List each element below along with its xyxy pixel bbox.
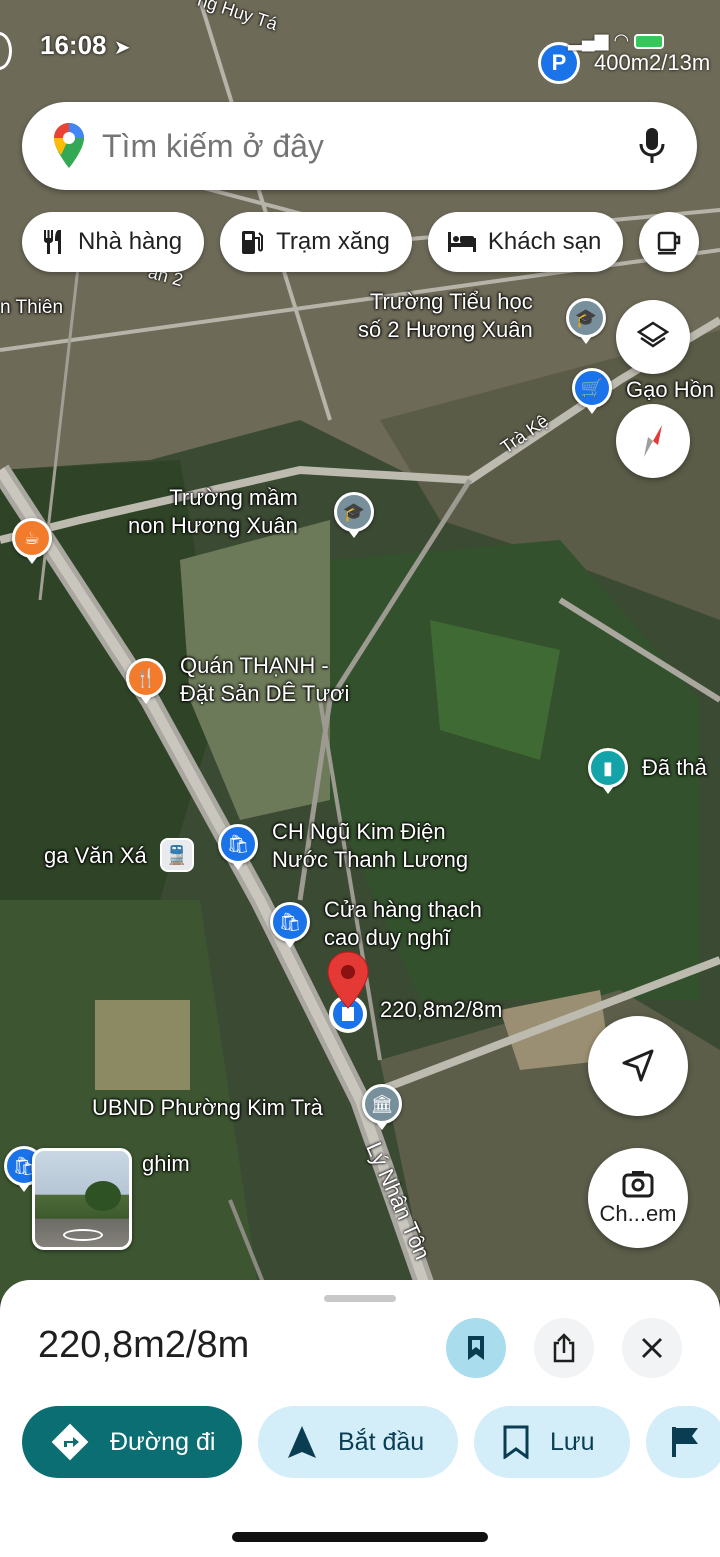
- label-saved[interactable]: Đã thả: [642, 754, 707, 782]
- bookmark-filled-icon: [468, 1336, 484, 1360]
- compass-icon: [644, 425, 662, 457]
- label-ubnd[interactable]: UBND Phường Kim Trà: [92, 1094, 323, 1122]
- saved-bookmark-button[interactable]: [446, 1318, 506, 1378]
- map-pin-icon: [327, 951, 369, 1033]
- map-view[interactable]: ng Huy Tá Trà Kệ Lý Nhân Tôn an 2 n Thiê…: [0, 0, 720, 1300]
- start-label: Bắt đầu: [338, 1427, 425, 1456]
- shopping-cart-icon: 🛒: [580, 377, 604, 398]
- camera-button[interactable]: Ch...em: [588, 1148, 688, 1248]
- graduation-cap-icon: 🎓: [342, 501, 366, 522]
- action-buttons: Đường đi Bắt đầu Lưu: [22, 1406, 720, 1478]
- google-maps-logo-icon: [54, 123, 84, 168]
- share-icon: [553, 1333, 575, 1363]
- battery-icon: [634, 33, 665, 49]
- camera-button-label: Ch...em: [599, 1201, 677, 1226]
- poi-school-primary[interactable]: 🎓: [566, 298, 606, 344]
- close-button[interactable]: [622, 1318, 682, 1378]
- fork-knife-icon: 🍴: [134, 667, 158, 688]
- bookmark-icon: ▮: [603, 757, 613, 778]
- chip-gas-stations[interactable]: Trạm xăng: [220, 212, 412, 272]
- place-bottom-sheet[interactable]: 220,8m2/8m Đường đi Bắt đầu Lưu: [0, 1280, 720, 1557]
- label-kindergarten[interactable]: Trường mầm non Hương Xuân: [128, 484, 298, 540]
- flag-icon: [670, 1425, 700, 1459]
- save-label: Lưu: [550, 1427, 595, 1456]
- label-station[interactable]: ga Văn Xá: [44, 842, 147, 870]
- location-arrow-icon: ➤: [113, 37, 131, 59]
- selected-pin[interactable]: [322, 946, 374, 1036]
- camera-icon: [622, 1171, 654, 1198]
- poi-ubnd[interactable]: 🏛: [362, 1084, 402, 1130]
- label-school-primary[interactable]: Trường Tiểu học số 2 Hương Xuân: [358, 288, 533, 344]
- shopping-bag-icon: 🛍: [278, 911, 302, 932]
- poi-kindergarten[interactable]: 🎓: [334, 492, 374, 538]
- chip-cafes[interactable]: [639, 212, 700, 272]
- tree: [85, 1181, 121, 1211]
- layers-icon: [636, 321, 670, 348]
- start-button[interactable]: Bắt đầu: [258, 1406, 458, 1478]
- search-input[interactable]: [102, 127, 637, 165]
- layers-button[interactable]: [616, 300, 690, 374]
- street-view-thumbnail[interactable]: [32, 1148, 132, 1250]
- save-button[interactable]: Lưu: [474, 1406, 630, 1478]
- navigation-arrow-icon: [286, 1424, 318, 1460]
- poi-rice-shop[interactable]: 🛒: [572, 368, 612, 414]
- place-title: 220,8m2/8m: [38, 1324, 250, 1366]
- poi-hardware-store[interactable]: 🛍: [218, 824, 258, 870]
- chip-label: Nhà hàng: [78, 228, 183, 255]
- sheet-drag-handle[interactable]: [324, 1295, 396, 1302]
- train-station-icon[interactable]: 🚆: [160, 838, 194, 872]
- label-jelly-shop[interactable]: Cửa hàng thạch cao duy nghĩ: [324, 896, 482, 952]
- poi-cafe[interactable]: ☕: [12, 518, 52, 564]
- place-label-thien: n Thiên: [0, 297, 64, 318]
- poi-restaurant[interactable]: 🍴: [126, 658, 166, 704]
- category-chips: Nhà hàng Trạm xăng Khách sạn: [22, 212, 700, 272]
- government-building-icon: 🏛: [370, 1093, 394, 1114]
- my-location-button[interactable]: [588, 1016, 688, 1116]
- graduation-cap-icon: 🎓: [574, 307, 598, 328]
- label-rice-shop[interactable]: Gạo Hồn: [626, 376, 714, 404]
- wifi-icon: ◠: [613, 30, 630, 50]
- chip-label: Trạm xăng: [276, 228, 390, 255]
- navigation-arrow-icon: [622, 1049, 654, 1082]
- shopping-bag-icon: 🛍: [226, 833, 250, 854]
- gas-station-icon: [238, 228, 266, 256]
- poi-saved[interactable]: ▮: [588, 748, 628, 794]
- microphone-icon[interactable]: [637, 126, 667, 166]
- label-hardware-store[interactable]: CH Ngũ Kim Điện Nước Thanh Lương: [272, 818, 468, 874]
- directions-button[interactable]: Đường đi: [22, 1406, 242, 1478]
- bookmark-icon: [502, 1425, 530, 1459]
- compass-button[interactable]: [616, 404, 690, 478]
- flag-button[interactable]: [646, 1406, 720, 1478]
- directions-label: Đường đi: [110, 1427, 216, 1456]
- status-bar-time: 16:08 ➤: [40, 30, 131, 60]
- label-pin[interactable]: 220,8m2/8m: [380, 996, 502, 1024]
- chip-hotels[interactable]: Khách sạn: [427, 212, 624, 272]
- hotel-icon: [446, 228, 478, 256]
- label-ghim[interactable]: ghim: [142, 1150, 190, 1178]
- rotate-360-icon: [63, 1229, 103, 1241]
- coffee-icon: [655, 228, 683, 256]
- status-right-text: 400m2/13m: [594, 50, 711, 75]
- restaurant-icon: [40, 228, 68, 256]
- label-restaurant[interactable]: Quán THẠNH - Đặt Sản DÊ Tươi: [180, 652, 349, 708]
- home-indicator: [232, 1532, 488, 1542]
- chip-restaurants[interactable]: Nhà hàng: [22, 212, 205, 272]
- status-icons: ▂▄▆ ◠: [568, 30, 665, 51]
- directions-icon: [50, 1422, 90, 1462]
- close-icon: [642, 1338, 662, 1358]
- coffee-cup-icon: ☕: [23, 527, 41, 548]
- share-button[interactable]: [534, 1318, 594, 1378]
- signal-icon: ▂▄▆: [568, 30, 609, 50]
- chip-label: Khách sạn: [487, 228, 602, 255]
- poi-jelly-shop[interactable]: 🛍: [270, 902, 310, 948]
- search-bar[interactable]: [22, 102, 697, 190]
